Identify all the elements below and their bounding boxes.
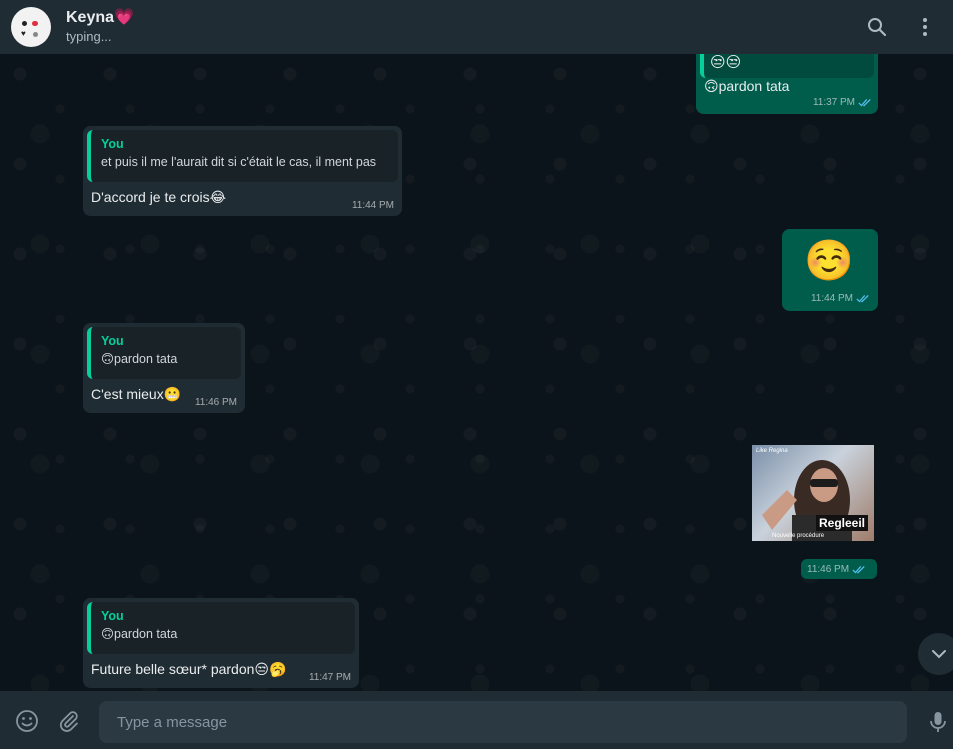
sticker-image[interactable]: Like Regina Regleeil Nouvelle procédure xyxy=(752,445,874,541)
menu-icon[interactable] xyxy=(913,15,937,39)
emoji-icon[interactable] xyxy=(15,709,39,733)
message-time: 11:46 PM xyxy=(807,564,850,575)
message-incoming[interactable]: You et puis il me l'aurait dit si c'étai… xyxy=(83,126,402,216)
search-icon[interactable] xyxy=(865,15,889,39)
message-time: 11:44 PM xyxy=(810,293,853,304)
message-input-box[interactable] xyxy=(99,701,907,743)
message-text: C'est mieux😬 xyxy=(91,386,182,402)
message-incoming[interactable]: You 🙃pardon tata Future belle sœur* pard… xyxy=(83,598,359,688)
message-time: 11:37 PM xyxy=(812,97,855,108)
message-input[interactable] xyxy=(115,712,891,732)
chat-area[interactable]: 😒😒 🙃pardon tata 11:37 PM You et puis il … xyxy=(0,54,953,691)
quote-text: 🙃pardon tata xyxy=(101,352,178,366)
message-time: 11:44 PM xyxy=(351,200,394,211)
message-text: 🙃pardon tata xyxy=(704,78,790,94)
message-text: Future belle sœur* pardon😒🥱 xyxy=(91,661,287,677)
sticker-top-text: Like Regina xyxy=(756,448,788,454)
contact-info[interactable]: Keyna💗 typing... xyxy=(66,8,134,46)
double-check-icon xyxy=(858,98,871,107)
quote-text: et puis il me l'aurait dit si c'était le… xyxy=(101,155,377,169)
quote-author: You xyxy=(101,609,124,623)
contact-status: typing... xyxy=(66,29,112,44)
scroll-down-button[interactable] xyxy=(918,633,953,675)
quote-text: 🙃pardon tata xyxy=(101,627,178,641)
mic-icon[interactable] xyxy=(926,710,950,734)
avatar[interactable]: ♥ xyxy=(11,7,51,47)
chat-header: ♥ Keyna💗 typing... xyxy=(0,0,953,54)
message-incoming[interactable]: You 🙃pardon tata C'est mieux😬 11:46 PM xyxy=(83,323,245,413)
quoted-message[interactable]: You 🙃pardon tata xyxy=(87,327,241,379)
attach-icon[interactable] xyxy=(57,709,81,733)
quoted-emoji: 😒😒 xyxy=(710,54,742,71)
double-check-icon xyxy=(856,294,869,303)
message-time: 11:47 PM xyxy=(308,672,351,683)
message-outgoing[interactable]: 😒😒 🙃pardon tata 11:37 PM xyxy=(696,54,878,114)
sticker-time-pill: 11:46 PM xyxy=(801,559,877,579)
quoted-message[interactable]: You et puis il me l'aurait dit si c'étai… xyxy=(87,130,398,182)
sticker-bottom-text: Nouvelle procédure xyxy=(772,533,825,539)
quote-author: You xyxy=(101,137,124,151)
message-text: D'accord je te crois😂 xyxy=(91,189,226,205)
message-outgoing-emoji[interactable]: ☺️ 11:44 PM xyxy=(782,229,878,311)
compose-bar xyxy=(0,691,953,749)
quote-author: You xyxy=(101,334,124,348)
contact-name[interactable]: Keyna💗 xyxy=(66,8,134,28)
message-time: 11:46 PM xyxy=(194,397,237,408)
quoted-message[interactable]: You 🙃pardon tata xyxy=(87,602,355,654)
chevron-down-icon xyxy=(932,650,946,659)
sticker-caption: Regleeil xyxy=(816,515,869,531)
big-emoji: ☺️ xyxy=(804,239,854,283)
double-check-icon xyxy=(852,565,865,574)
